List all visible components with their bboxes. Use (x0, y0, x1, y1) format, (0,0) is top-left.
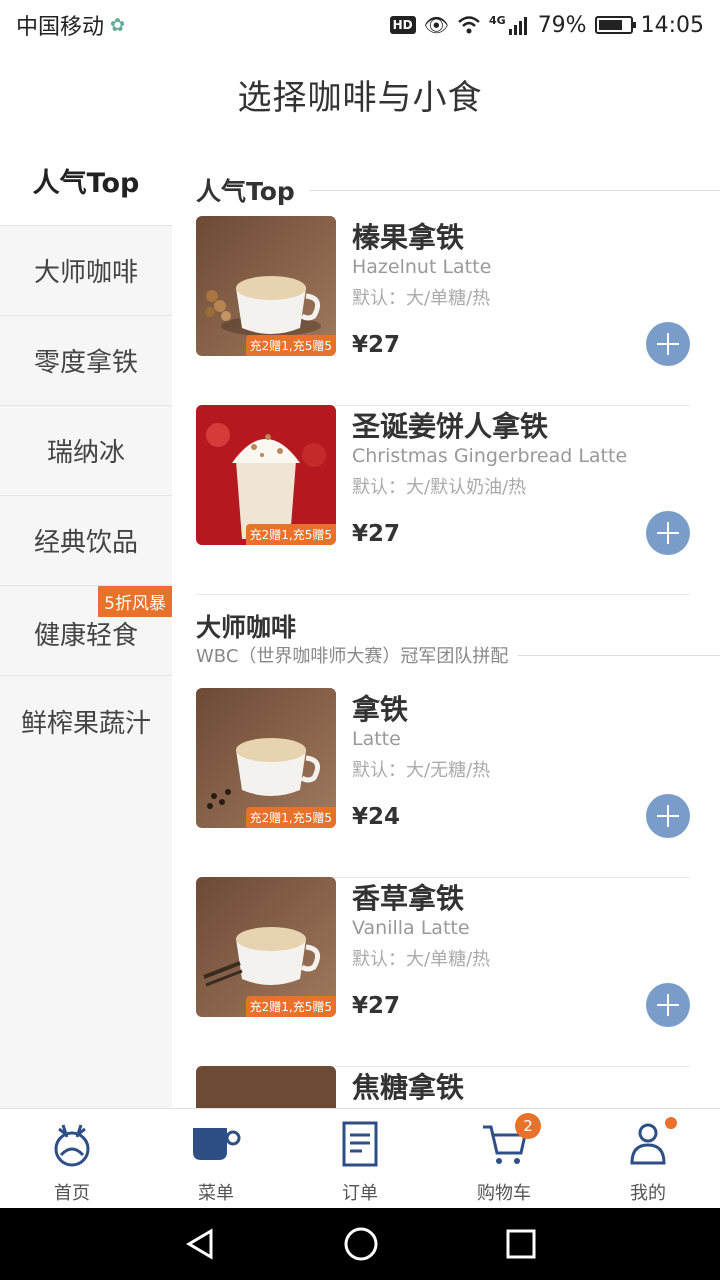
product-image: 充2赠1,充5赠5 (196, 405, 336, 545)
coffee-cup-icon (191, 1119, 241, 1169)
product-name: 拿铁 (352, 693, 409, 726)
product-english-name: Hazelnut Latte (352, 256, 492, 278)
eye-icon: 👁 (423, 13, 449, 37)
product-card-caramel-latte[interactable]: 焦糖拿铁 (196, 1066, 690, 1108)
home-icon[interactable] (343, 1226, 379, 1262)
product-card-hazelnut-latte[interactable]: 充2赠1,充5赠5 榛果拿铁 Hazelnut Latte 默认：大/单糖/热 … (196, 216, 690, 406)
section-subtitle-row: WBC（世界咖啡师大赛）冠军团队拼配 (196, 642, 720, 668)
promo-tag: 充2赠1,充5赠5 (245, 335, 336, 356)
battery-percent: 79% (537, 12, 587, 38)
product-default-options: 默认：大/默认奶油/热 (352, 477, 527, 498)
carrier-label: 中国移动 (16, 15, 105, 40)
sidebar-item-zero-latte[interactable]: 零度拿铁 (0, 316, 172, 406)
sidebar-item-label: 经典饮品 (33, 528, 138, 558)
network-type-label: 4G (489, 13, 506, 27)
tab-label: 我的 (630, 1183, 666, 1204)
bottom-tab-bar: 首页 菜单 订单 2 购物车 我的 (0, 1108, 720, 1208)
sidebar-item-label: 人气Top (32, 168, 140, 199)
add-to-cart-button[interactable] (646, 322, 690, 366)
tab-label: 菜单 (198, 1183, 234, 1204)
product-english-name: Christmas Gingerbread Latte (352, 445, 628, 467)
product-price: ¥27 (352, 521, 401, 547)
tab-orders[interactable]: 订单 (288, 1109, 432, 1208)
section-title: 大师咖啡 (196, 613, 297, 642)
product-default-options: 默认：大/单糖/热 (352, 949, 491, 970)
product-card-vanilla-latte[interactable]: 充2赠1,充5赠5 香草拿铁 Vanilla Latte 默认：大/单糖/热 ¥… (196, 877, 690, 1067)
product-name: 香草拿铁 (352, 882, 465, 915)
product-default-options: 默认：大/无糖/热 (352, 760, 491, 781)
divider (518, 654, 720, 656)
user-icon (623, 1117, 677, 1169)
notification-icon: ✿ (110, 14, 126, 36)
product-name: 焦糖拿铁 (352, 1071, 465, 1104)
tab-label: 订单 (342, 1183, 378, 1204)
promo-tag: 充2赠1,充5赠5 (245, 996, 336, 1017)
sidebar-item-ice[interactable]: 瑞纳冰 (0, 406, 172, 496)
add-to-cart-button[interactable] (646, 983, 690, 1027)
product-price: ¥27 (352, 332, 401, 358)
sidebar-item-label: 大师咖啡 (33, 258, 138, 288)
product-image (196, 1066, 336, 1108)
cart-icon: 2 (479, 1113, 541, 1169)
sidebar-item-master-coffee[interactable]: 大师咖啡 (0, 226, 172, 316)
recents-icon[interactable] (505, 1228, 537, 1260)
divider (308, 189, 720, 191)
wifi-icon (458, 16, 480, 34)
status-bar: 中国移动 ✿ HD 👁 4G 79% 14:05 (0, 0, 720, 50)
product-english-name: Latte (352, 728, 401, 750)
product-image: 充2赠1,充5赠5 (196, 688, 336, 828)
cart-count-badge: 2 (515, 1113, 541, 1139)
product-list[interactable]: 人气Top 充2赠1,充5赠5 榛果拿铁 Hazelnut Latte 默认：大… (172, 136, 720, 1108)
sidebar-item-classic[interactable]: 经典饮品 (0, 496, 172, 586)
promo-tag: 充2赠1,充5赠5 (245, 524, 336, 545)
add-to-cart-button[interactable] (646, 794, 690, 838)
section-subtitle: WBC（世界咖啡师大赛）冠军团队拼配 (196, 646, 509, 667)
product-english-name: Vanilla Latte (352, 917, 470, 939)
product-card-gingerbread-latte[interactable]: 充2赠1,充5赠5 圣诞姜饼人拿铁 Christmas Gingerbread … (196, 405, 690, 595)
product-card-latte[interactable]: 充2赠1,充5赠5 拿铁 Latte 默认：大/无糖/热 ¥24 (196, 688, 690, 878)
tab-menu[interactable]: 菜单 (144, 1109, 288, 1208)
sidebar-item-label: 瑞纳冰 (46, 438, 125, 468)
clock: 14:05 (640, 12, 704, 38)
tab-cart[interactable]: 2 购物车 (432, 1109, 576, 1208)
product-image: 充2赠1,充5赠5 (196, 877, 336, 1017)
tab-profile[interactable]: 我的 (576, 1109, 720, 1208)
notification-dot (665, 1117, 677, 1129)
sidebar-item-popular[interactable]: 人气Top (0, 136, 172, 226)
hd-icon: HD (389, 16, 416, 34)
tab-home[interactable]: 首页 (0, 1109, 144, 1208)
section-title: 人气Top (196, 177, 295, 206)
promo-tag: 充2赠1,充5赠5 (245, 807, 336, 828)
category-sidebar: 人气Top 大师咖啡 零度拿铁 瑞纳冰 经典饮品 5折风暴 健康轻食 鲜榨果蔬汁 (0, 136, 172, 1108)
battery-icon (594, 16, 636, 34)
tab-label: 首页 (54, 1183, 90, 1204)
page-title: 选择咖啡与小食 (237, 78, 483, 118)
sidebar-item-light-food[interactable]: 5折风暴 健康轻食 (0, 586, 172, 676)
tab-label: 购物车 (477, 1183, 531, 1204)
add-to-cart-button[interactable] (646, 511, 690, 555)
product-name: 榛果拿铁 (352, 221, 465, 254)
sidebar-item-juice[interactable]: 鲜榨果蔬汁 (0, 676, 172, 766)
order-list-icon (335, 1119, 385, 1169)
back-icon[interactable] (183, 1227, 217, 1261)
product-price: ¥27 (352, 993, 401, 1019)
sale-badge: 5折风暴 (98, 586, 172, 617)
product-default-options: 默认：大/单糖/热 (352, 288, 491, 309)
signal-icon (508, 17, 527, 35)
section-header-master-coffee: 大师咖啡 (196, 608, 720, 644)
product-price: ¥24 (352, 804, 401, 830)
product-name: 圣诞姜饼人拿铁 (352, 410, 549, 443)
sidebar-item-label: 健康轻食 (33, 621, 138, 651)
sidebar-item-label: 零度拿铁 (33, 348, 138, 378)
deer-logo-icon (47, 1119, 97, 1169)
sidebar-item-label: 鲜榨果蔬汁 (20, 708, 151, 739)
system-nav-bar (0, 1208, 720, 1280)
product-image: 充2赠1,充5赠5 (196, 216, 336, 356)
section-header-popular: 人气Top (196, 172, 720, 208)
